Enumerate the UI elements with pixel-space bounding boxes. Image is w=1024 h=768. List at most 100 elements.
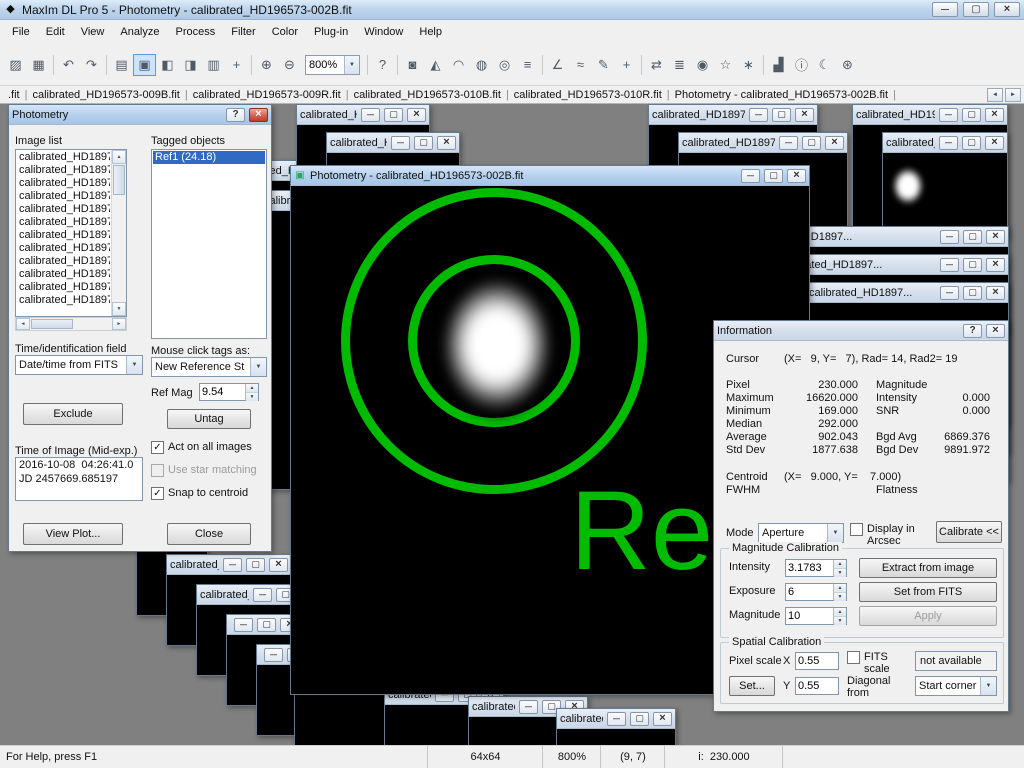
extract-from-image-button[interactable]: Extract from image	[859, 558, 997, 578]
checkbox-icon[interactable]	[151, 441, 164, 454]
camera-control-icon[interactable]: ◙	[401, 54, 424, 76]
maximize-button[interactable]	[257, 618, 276, 632]
maximize-button[interactable]	[802, 136, 821, 150]
exposure-input[interactable]	[786, 584, 833, 600]
image-list-item[interactable]: calibrated_HD1897	[17, 164, 110, 177]
menu-help[interactable]: Help	[411, 22, 450, 42]
chevron-down-icon[interactable]	[344, 56, 359, 74]
image-list-item[interactable]: calibrated_HD1897	[17, 177, 110, 190]
image-list-item[interactable]: calibrated_HD1897	[17, 268, 110, 281]
information-titlebar[interactable]: Information	[714, 321, 1008, 341]
display-arcsec-checkbox[interactable]: Display in Arcsec	[850, 523, 928, 547]
pixel-scale-x-field[interactable]	[795, 652, 839, 670]
calibrate-button[interactable]: Calibrate <<	[936, 521, 1002, 543]
minimize-button[interactable]	[253, 588, 272, 602]
zoom-out-icon[interactable]: ⊖	[278, 54, 301, 76]
scrollbar-track[interactable]	[30, 318, 112, 330]
background-window-titlebar[interactable]: calibrated_HD1897...	[776, 255, 1008, 275]
minimize-button[interactable]	[932, 2, 958, 17]
autoguider-icon[interactable]: ◎	[493, 54, 516, 76]
background-window-titlebar[interactable]: calibrated_HD1897...	[649, 105, 817, 125]
tab-3[interactable]: calibrated_HD196573-010B.fit	[349, 89, 506, 101]
image-list-item[interactable]: calibrated_HD1897	[17, 281, 110, 294]
scroll-down-icon[interactable]	[112, 302, 126, 316]
background-window-titlebar[interactable]: calibrated_HD1897...	[806, 283, 1008, 303]
undo-icon[interactable]: ↶	[57, 54, 80, 76]
pixel-scale-y-input[interactable]	[796, 678, 838, 694]
background-window[interactable]: calibrated_HD1897...	[556, 708, 676, 745]
background-window-titlebar[interactable]: calibrated_HD1897...	[327, 133, 459, 153]
chevron-down-icon[interactable]	[980, 677, 996, 695]
maximize-button[interactable]	[772, 108, 791, 122]
minimize-button[interactable]	[940, 258, 959, 272]
observatory-icon[interactable]: ◠	[447, 54, 470, 76]
snap-to-centroid-checkbox[interactable]: Snap to centroid	[151, 487, 248, 500]
scroll-right-icon[interactable]	[112, 318, 126, 330]
sequence-icon[interactable]: ≡	[516, 54, 539, 76]
annotate-icon[interactable]: ✎	[592, 54, 615, 76]
scroll-left-icon[interactable]	[16, 318, 30, 330]
menu-color[interactable]: Color	[264, 22, 306, 42]
intensity-spinner[interactable]	[785, 559, 847, 577]
image-list-item[interactable]: calibrated_HD1897	[17, 229, 110, 242]
line-profile-icon[interactable]: ≈	[569, 54, 592, 76]
flip-icon[interactable]: ◧	[156, 54, 179, 76]
maximize-button[interactable]	[384, 108, 403, 122]
fits-scale-checkbox[interactable]: FITS scale	[847, 651, 909, 675]
maximize-button[interactable]	[963, 258, 982, 272]
image-list-item[interactable]: calibrated_HD1897	[17, 203, 110, 216]
close-button[interactable]	[269, 558, 288, 572]
tagged-object-item[interactable]: Ref1 (24.18)	[153, 151, 265, 164]
chevron-down-icon[interactable]	[250, 358, 266, 376]
image-thumbnail[interactable]	[883, 153, 1007, 237]
new-window-icon[interactable]: +	[225, 54, 248, 76]
chevron-down-icon[interactable]	[827, 524, 843, 542]
maximize-button[interactable]	[630, 712, 649, 726]
magnitude-input[interactable]	[786, 608, 833, 624]
background-window-titlebar[interactable]: calibrated_HD1965...	[853, 105, 1007, 125]
image-list-item[interactable]: calibrated_HD1897	[17, 255, 110, 268]
spinner-arrows-icon[interactable]	[833, 584, 846, 600]
minimize-button[interactable]	[361, 108, 380, 122]
minimize-button[interactable]	[940, 230, 959, 244]
help-button[interactable]	[963, 324, 982, 338]
tagged-objects-list[interactable]: Ref1 (24.18)	[151, 149, 267, 339]
set-from-fits-button[interactable]: Set from FITS	[859, 582, 997, 602]
minimize-button[interactable]	[939, 136, 958, 150]
close-button[interactable]	[437, 136, 456, 150]
background-window-titlebar[interactable]: calibrated_HD1897...	[297, 105, 429, 125]
photometry-icon[interactable]: ∗	[737, 54, 760, 76]
intensity-input[interactable]	[786, 560, 833, 576]
checkbox-icon[interactable]	[850, 523, 863, 536]
menu-analyze[interactable]: Analyze	[112, 22, 167, 42]
image-list-item[interactable]: calibrated_HD1897	[17, 151, 110, 164]
maximize-button[interactable]	[962, 108, 981, 122]
image-list[interactable]: calibrated_HD1897calibrated_HD1897calibr…	[15, 149, 127, 317]
minimize-button[interactable]	[741, 169, 760, 183]
background-window-titlebar[interactable]: calibrated_HD1897...	[679, 133, 847, 153]
checkbox-icon[interactable]	[151, 487, 164, 500]
maximize-button[interactable]	[962, 136, 981, 150]
close-button[interactable]	[249, 108, 268, 122]
save-icon[interactable]: ▦	[27, 54, 50, 76]
quick-stretch-icon[interactable]: ▣	[133, 54, 156, 76]
filter-wheel-icon[interactable]: ◍	[470, 54, 493, 76]
measure-icon[interactable]: ∠	[546, 54, 569, 76]
act-on-all-images-checkbox[interactable]: Act on all images	[151, 441, 252, 454]
scrollbar-thumb[interactable]	[31, 319, 73, 329]
image-list-item[interactable]: calibrated_HD1897	[17, 242, 110, 255]
background-window-titlebar[interactable]: calibrated_HD1897...	[227, 615, 297, 635]
spinner-arrows-icon[interactable]	[833, 608, 846, 624]
help-button[interactable]	[226, 108, 245, 122]
photometry-titlebar[interactable]: Photometry	[9, 105, 271, 125]
information-icon[interactable]: ⓘ	[790, 54, 813, 76]
minimize-button[interactable]	[223, 558, 242, 572]
apply-button[interactable]: Apply	[859, 606, 997, 626]
mouse-click-combo[interactable]: New Reference St	[151, 357, 267, 377]
chevron-down-icon[interactable]	[126, 356, 142, 374]
zoom-in-icon[interactable]: ⊕	[255, 54, 278, 76]
tab-4[interactable]: calibrated_HD196573-010R.fit	[509, 89, 667, 101]
close-button[interactable]	[825, 136, 844, 150]
minimize-button[interactable]	[607, 712, 626, 726]
settings-icon[interactable]: ⊛	[836, 54, 859, 76]
